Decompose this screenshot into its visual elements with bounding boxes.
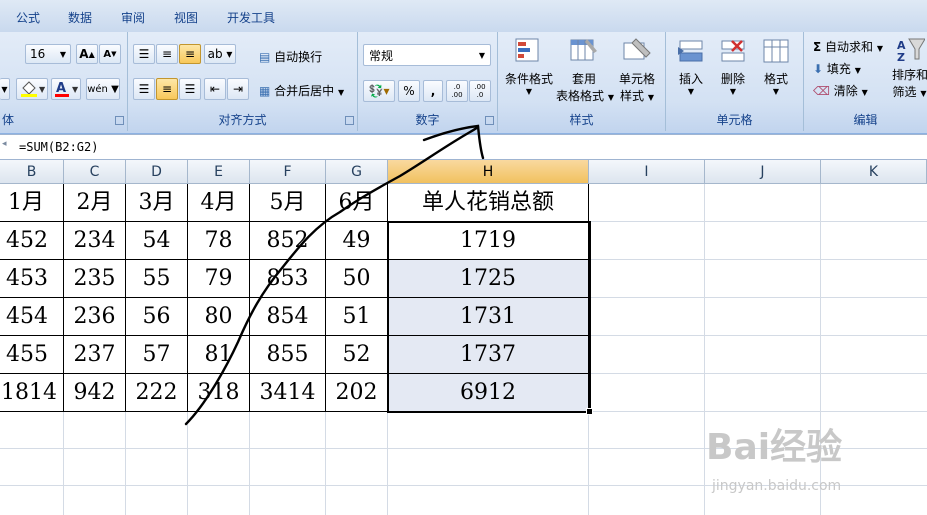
baidu-watermark-url: jingyan.baidu.com [712,478,842,494]
baidu-watermark-logo: Bai经验 [706,427,843,468]
